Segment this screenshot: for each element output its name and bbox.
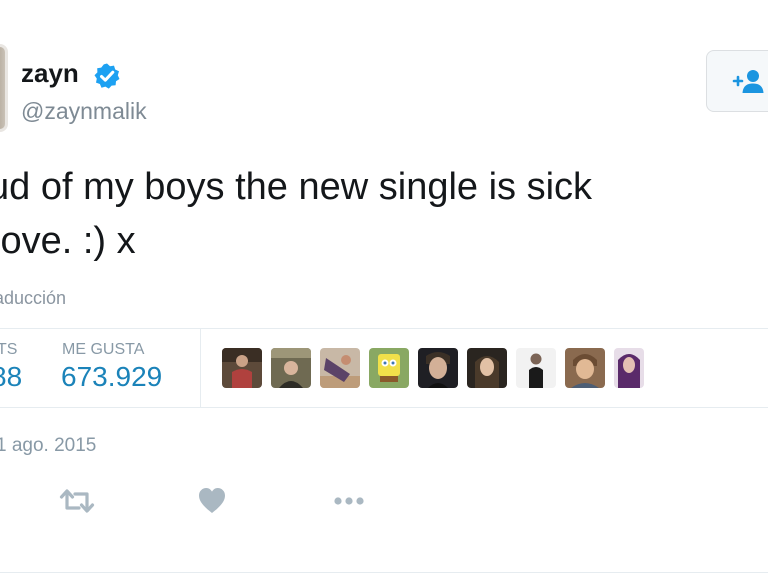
liker-avatar-5[interactable] xyxy=(418,348,458,388)
heart-icon[interactable] xyxy=(197,484,227,518)
more-dots-icon[interactable] xyxy=(330,484,368,518)
stats-bar: TS 88 ME GUSTA 673.929 xyxy=(0,328,768,408)
liker-avatar-2[interactable] xyxy=(271,348,311,388)
author-name[interactable]: zayn xyxy=(21,58,79,89)
likes-label: ME GUSTA xyxy=(62,341,145,358)
retweet-icon[interactable] xyxy=(58,484,96,518)
tweet-page: zayn @zaynmalik ud of my boys the new si… xyxy=(0,0,768,576)
stats-divider xyxy=(200,329,201,407)
author-handle[interactable]: @zaynmalik xyxy=(21,98,147,125)
tweet-text-line-1: ud of my boys the new single is sick xyxy=(0,166,593,208)
bottom-divider xyxy=(0,572,768,573)
retweets-label: TS xyxy=(0,341,18,358)
liker-avatar-3[interactable] xyxy=(320,348,360,388)
likes-count[interactable]: 673.929 xyxy=(61,361,162,393)
liker-avatar-8[interactable] xyxy=(565,348,605,388)
liker-avatar-9[interactable] xyxy=(614,348,644,388)
follow-button[interactable] xyxy=(706,50,768,112)
follow-person-plus-icon xyxy=(732,70,764,93)
liker-avatar-1[interactable] xyxy=(222,348,262,388)
liker-avatar-6[interactable] xyxy=(467,348,507,388)
liker-avatar-4[interactable] xyxy=(369,348,409,388)
tweet-text-line-2: love. :) x xyxy=(0,220,136,262)
tweet-date[interactable]: 1 ago. 2015 xyxy=(0,435,96,457)
verified-badge-icon xyxy=(94,63,120,89)
retweets-count[interactable]: 88 xyxy=(0,361,22,393)
liker-avatar-7[interactable] xyxy=(516,348,556,388)
author-avatar[interactable] xyxy=(0,44,8,132)
translate-link[interactable]: aducción xyxy=(0,288,66,309)
